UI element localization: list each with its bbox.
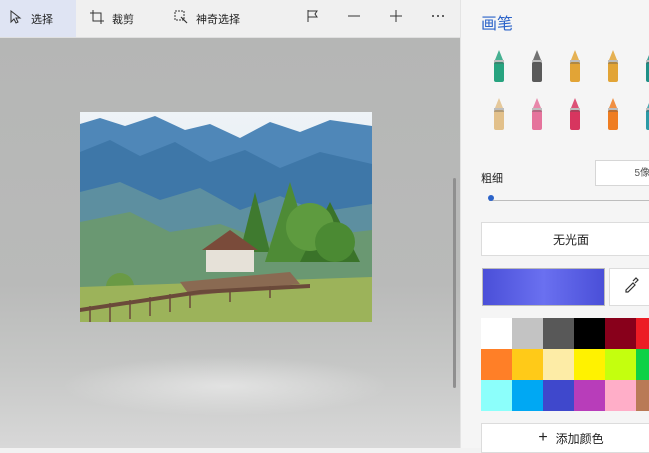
thickness-input[interactable]: 5像	[595, 160, 649, 186]
calligraphy-pen-icon	[523, 50, 551, 88]
eraser-brush[interactable]	[523, 96, 551, 132]
select-label: 选择	[31, 13, 53, 26]
magic-select-label: 神奇选择	[196, 13, 240, 26]
oil-brush-brush[interactable]	[561, 48, 589, 84]
canvas-shadow	[60, 356, 390, 416]
plus-icon: +	[538, 429, 548, 446]
scrollbar[interactable]	[453, 178, 456, 388]
zoom-out-button[interactable]	[342, 0, 366, 37]
panel-title: 画笔	[481, 16, 514, 33]
pencil-icon	[485, 98, 513, 136]
color-swatch[interactable]	[512, 318, 543, 349]
eyedropper-icon	[623, 276, 639, 298]
watercolor-brush-icon	[599, 50, 627, 88]
color-swatch[interactable]	[574, 380, 605, 411]
thickness-slider-thumb[interactable]	[488, 195, 494, 201]
more-icon	[431, 9, 445, 28]
magic-select-tool[interactable]: 神奇选择	[174, 0, 240, 37]
eyedropper-button[interactable]	[609, 268, 649, 306]
toolbar: 选择 裁剪 神奇选择	[0, 0, 460, 38]
crayon-brush[interactable]	[561, 96, 589, 132]
marker-brush[interactable]	[485, 48, 513, 84]
more-button[interactable]	[426, 0, 450, 37]
cursor-icon	[9, 9, 23, 27]
flag-icon	[306, 9, 320, 28]
select-tool[interactable]: 选择	[0, 0, 76, 37]
zoom-in-button[interactable]	[384, 0, 408, 37]
color-swatch[interactable]	[574, 318, 605, 349]
flag-button[interactable]	[301, 0, 325, 37]
spray-can-icon	[599, 98, 627, 136]
crayon-icon	[561, 98, 589, 136]
pencil-brush[interactable]	[485, 96, 513, 132]
eraser-icon	[523, 98, 551, 136]
plus-icon	[389, 9, 403, 28]
fill-icon	[637, 103, 649, 136]
canvas-image[interactable]	[80, 112, 372, 322]
color-swatch[interactable]	[543, 318, 574, 349]
opacity-dropdown[interactable]: 无光面	[481, 222, 649, 256]
color-swatch[interactable]	[481, 349, 512, 380]
pixel-pen-brush[interactable]	[637, 48, 649, 84]
color-swatch[interactable]	[605, 318, 636, 349]
color-swatch[interactable]	[636, 349, 649, 380]
add-color-label: 添加颜色	[555, 431, 604, 446]
color-swatch[interactable]	[512, 349, 543, 380]
color-swatch[interactable]	[543, 380, 574, 411]
color-swatch[interactable]	[636, 318, 649, 349]
pixel-pen-icon	[637, 55, 649, 88]
color-swatch[interactable]	[574, 349, 605, 380]
color-swatch[interactable]	[543, 349, 574, 380]
brushes-panel: 画笔 粗细 5像 无光面 + 添加颜色	[460, 0, 649, 453]
color-swatch[interactable]	[481, 380, 512, 411]
crop-tool[interactable]: 裁剪	[90, 0, 134, 37]
magic-select-icon	[174, 10, 188, 27]
current-color-swatch[interactable]	[482, 268, 605, 306]
oil-brush-icon	[561, 50, 589, 88]
color-swatch[interactable]	[605, 349, 636, 380]
color-swatch[interactable]	[636, 380, 649, 411]
color-swatch[interactable]	[481, 318, 512, 349]
crop-label: 裁剪	[112, 13, 134, 26]
fill-brush[interactable]	[637, 96, 649, 132]
spray-can-brush[interactable]	[599, 96, 627, 132]
crop-icon	[90, 10, 104, 27]
calligraphy-pen-brush[interactable]	[523, 48, 551, 84]
add-color-button[interactable]: + 添加颜色	[481, 423, 649, 453]
thickness-label: 粗细	[481, 173, 503, 185]
color-swatch[interactable]	[605, 380, 636, 411]
color-swatch[interactable]	[512, 380, 543, 411]
minus-icon	[347, 9, 361, 28]
thickness-slider-track[interactable]	[489, 200, 649, 201]
marker-icon	[485, 50, 513, 88]
watercolor-brush-brush[interactable]	[599, 48, 627, 84]
